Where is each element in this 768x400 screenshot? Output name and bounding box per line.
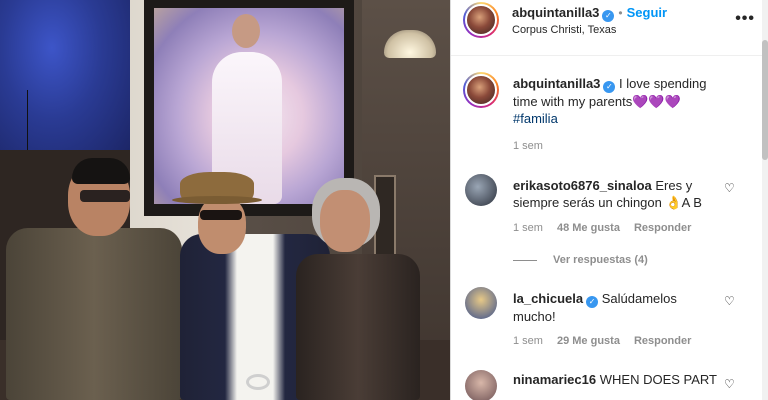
post-header: abquintanilla3 ✓ • Seguir Corpus Christi, T… bbox=[451, 0, 768, 56]
caption-hashtag[interactable]: #familia bbox=[513, 111, 558, 126]
scrollbar-thumb[interactable] bbox=[762, 40, 768, 160]
comment-time[interactable]: 1 sem bbox=[513, 222, 543, 234]
header-line: abquintanilla3 ✓ • Seguir bbox=[512, 4, 667, 22]
comment-text: erikasoto6876_sinaloa Eres y siempre ser… bbox=[513, 177, 723, 211]
commenter-avatar[interactable] bbox=[465, 287, 497, 319]
verified-icon: ✓ bbox=[586, 296, 599, 308]
caption-time[interactable]: 1 sem bbox=[513, 140, 543, 152]
verified-icon: ✓ bbox=[603, 81, 616, 93]
post-location[interactable]: Corpus Christi, Texas bbox=[512, 24, 616, 36]
comment-text: ninamariec16 WHEN DOES PART bbox=[513, 371, 733, 388]
caption-text: abquintanilla3 ✓ I love spending time wit… bbox=[513, 75, 733, 127]
view-replies-button[interactable]: Ver respuestas (4) bbox=[513, 254, 648, 266]
caption-username[interactable]: abquintanilla3 bbox=[513, 76, 600, 91]
comment-body: WHEN DOES PART bbox=[599, 372, 717, 387]
comment-meta: 1 sem 48 Me gusta Responder bbox=[513, 222, 705, 234]
comment-text: la_chicuela ✓ Salúdamelos mucho! bbox=[513, 290, 713, 325]
caption-hearts: 💜💜💜 bbox=[632, 94, 681, 109]
comment-time[interactable]: 1 sem bbox=[513, 335, 543, 347]
author-username[interactable]: abquintanilla3 bbox=[512, 5, 599, 20]
comment-username[interactable]: la_chicuela bbox=[513, 291, 583, 306]
like-heart-icon[interactable]: ♡ bbox=[724, 295, 737, 307]
follow-button[interactable]: Seguir bbox=[627, 5, 667, 20]
photo-background-wall bbox=[0, 0, 130, 160]
comment-username[interactable]: ninamariec16 bbox=[513, 372, 596, 387]
author-avatar[interactable] bbox=[463, 2, 499, 38]
post-photo[interactable] bbox=[0, 0, 450, 400]
more-options-icon[interactable]: ••• bbox=[735, 10, 755, 28]
comment-likes[interactable]: 48 Me gusta bbox=[557, 222, 620, 234]
like-heart-icon[interactable]: ♡ bbox=[724, 182, 737, 194]
separator-dot: • bbox=[618, 6, 623, 20]
comment-likes[interactable]: 29 Me gusta bbox=[557, 335, 620, 347]
commenter-avatar[interactable] bbox=[465, 370, 497, 400]
caption-avatar[interactable] bbox=[463, 72, 499, 108]
like-heart-icon[interactable]: ♡ bbox=[724, 378, 737, 390]
post-side-panel: abquintanilla3 ✓ • Seguir Corpus Christi, T… bbox=[450, 0, 768, 400]
comment-username[interactable]: erikasoto6876_sinaloa bbox=[513, 178, 652, 193]
commenter-avatar[interactable] bbox=[465, 174, 497, 206]
comments-scrollbar[interactable] bbox=[762, 0, 768, 400]
reply-button[interactable]: Responder bbox=[634, 335, 691, 347]
reply-button[interactable]: Responder bbox=[634, 222, 691, 234]
verified-icon: ✓ bbox=[602, 10, 615, 22]
comment-meta: 1 sem 29 Me gusta Responder bbox=[513, 335, 705, 347]
caption-meta: 1 sem bbox=[513, 140, 557, 152]
